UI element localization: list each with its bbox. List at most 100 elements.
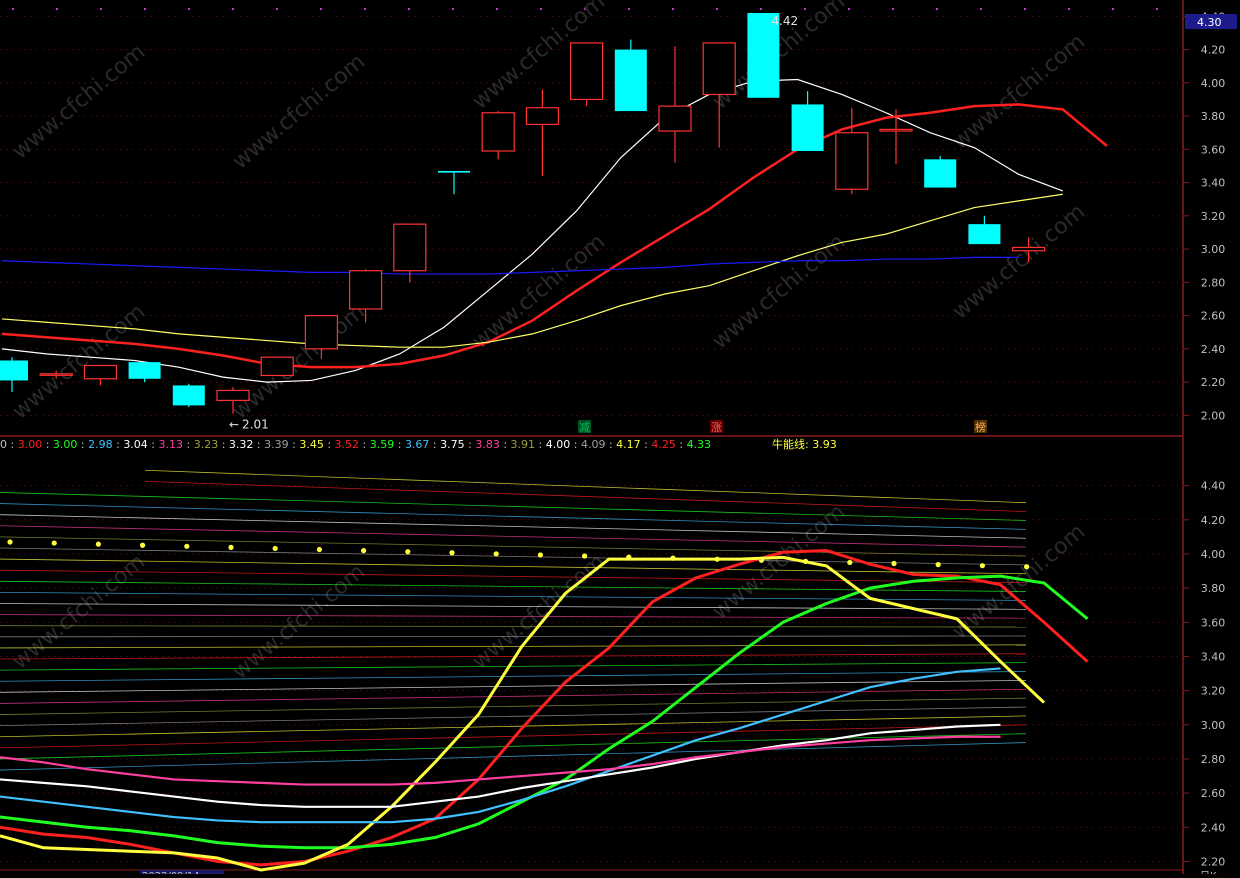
time-tick-dot	[320, 8, 322, 10]
upper-axis-label: 3.20	[1201, 210, 1226, 223]
current-price-label: 4.30	[1197, 16, 1222, 29]
signal-badge[interactable]: 涨	[710, 420, 723, 434]
time-tick-dot	[12, 8, 14, 10]
time-tick-dot	[892, 8, 894, 10]
bull-line-dot	[361, 548, 367, 554]
indicator-header: 0 : 3.00 : 3.00 : 2.98 : 3.04 : 3.13 : 3…	[0, 438, 711, 451]
signal-badge-text: 减	[579, 421, 590, 434]
indicator-separator: :	[148, 438, 159, 451]
indicator-separator: :	[605, 438, 616, 451]
candle[interactable]	[924, 155, 957, 188]
time-tick-dot	[452, 8, 454, 10]
bull-line-dot	[979, 563, 986, 569]
indicator-value: 4.00	[546, 438, 571, 451]
indicator-value: 3.04	[123, 438, 148, 451]
indicator-separator: :	[42, 438, 53, 451]
candle[interactable]	[260, 356, 294, 377]
upper-axis-label: 3.00	[1201, 243, 1226, 256]
upper-axis-label: 2.60	[1201, 310, 1226, 323]
candle-body-up	[481, 112, 515, 152]
upper-axis-label: 2.40	[1201, 343, 1226, 356]
indicator-separator: :	[253, 438, 264, 451]
time-tick-dot	[1024, 8, 1026, 10]
indicator-value: 3.75	[440, 438, 465, 451]
indicator-value: 3.59	[370, 438, 395, 451]
indicator-header-lead: 0 :	[0, 438, 18, 451]
time-tick-dot	[980, 8, 982, 10]
indicator-value: 2.98	[88, 438, 113, 451]
indicator-separator: :	[113, 438, 124, 451]
indicator-separator: :	[183, 438, 194, 451]
signal-badge[interactable]: 减	[578, 420, 591, 434]
time-tick-dot	[716, 8, 718, 10]
indicator-value: 3.39	[264, 438, 289, 451]
lower-axis-label: 2.40	[1201, 821, 1226, 834]
upper-axis-label: 3.80	[1201, 110, 1226, 123]
upper-axis-label: 4.00	[1201, 77, 1226, 90]
low-marker-arrow: ←	[229, 418, 239, 432]
bull-line-dot	[1024, 564, 1030, 570]
time-tick-dot	[760, 8, 762, 10]
indicator-value: 3.45	[299, 438, 324, 451]
signal-badge-text: 榜	[975, 420, 986, 434]
bull-line-dot	[7, 539, 13, 545]
time-tick-dot	[804, 8, 806, 10]
lower-axis-label: 2.20	[1201, 855, 1226, 868]
indicator-value: 3.00	[18, 438, 43, 451]
indicator-value: 3.67	[405, 438, 430, 451]
candle[interactable]	[569, 42, 604, 107]
bull-line-label: 牛能线: 3.93	[772, 437, 837, 451]
candle[interactable]	[614, 39, 647, 112]
indicator-value: 3.91	[511, 438, 536, 451]
indicator-separator: :	[465, 438, 476, 451]
bull-line-dot	[493, 551, 499, 557]
indicator-value: 4.25	[651, 438, 676, 451]
indicator-separator: :	[324, 438, 335, 451]
candle[interactable]	[172, 383, 205, 408]
indicator-separator: :	[535, 438, 546, 451]
time-tick-dot	[1156, 8, 1158, 10]
candle-body-up	[304, 315, 338, 350]
candle-body-down	[128, 362, 161, 379]
candle-body-down	[172, 385, 205, 406]
candle-body-up	[525, 107, 560, 125]
time-tick-dot	[408, 8, 410, 10]
indicator-value: 3.00	[53, 438, 78, 451]
bull-line-dot	[184, 543, 190, 549]
lower-axis-label: 3.00	[1201, 719, 1226, 732]
candle-body-up	[658, 105, 692, 132]
lower-axis-label: 2.60	[1201, 787, 1226, 800]
upper-axis-label: 3.60	[1201, 143, 1226, 156]
bull-line-dot	[405, 549, 411, 555]
signal-badge[interactable]: 榜	[974, 420, 987, 434]
indicator-separator: :	[500, 438, 511, 451]
signal-badge-text: 涨	[711, 421, 722, 434]
candle-body-up	[39, 373, 73, 376]
candle-body-down	[791, 104, 824, 151]
indicator-value: 3.52	[335, 438, 360, 451]
candle-body-up	[835, 132, 869, 190]
high-price-marker: 4.42	[771, 14, 798, 28]
indicator-separator: :	[570, 438, 581, 451]
candle-body-down	[924, 159, 957, 188]
bull-line-dot	[140, 542, 146, 548]
indicator-separator: :	[641, 438, 652, 451]
time-tick-dot	[540, 8, 542, 10]
indicator-separator: :	[429, 438, 440, 451]
candle-body-up	[260, 356, 294, 377]
lower-axis-label: 4.40	[1201, 480, 1226, 493]
candle-body-down	[0, 360, 28, 381]
bull-line-dot	[449, 550, 455, 556]
candle-body-up	[83, 364, 118, 380]
candle-body-up	[879, 128, 913, 132]
lower-axis-label: 2.80	[1201, 753, 1226, 766]
candle-body-up	[349, 270, 383, 310]
chart-canvas[interactable]: www.cfchi.com www.cfchi.com www.cfchi.com w…	[0, 0, 1240, 878]
bull-line-dot	[891, 560, 897, 567]
bull-line-dot	[537, 552, 544, 558]
time-tick-dot	[56, 8, 58, 10]
time-tick-dot	[364, 8, 366, 10]
bull-line-dot	[316, 546, 322, 553]
lower-axis-label: 4.20	[1201, 514, 1226, 527]
time-tick-dot	[232, 8, 234, 10]
